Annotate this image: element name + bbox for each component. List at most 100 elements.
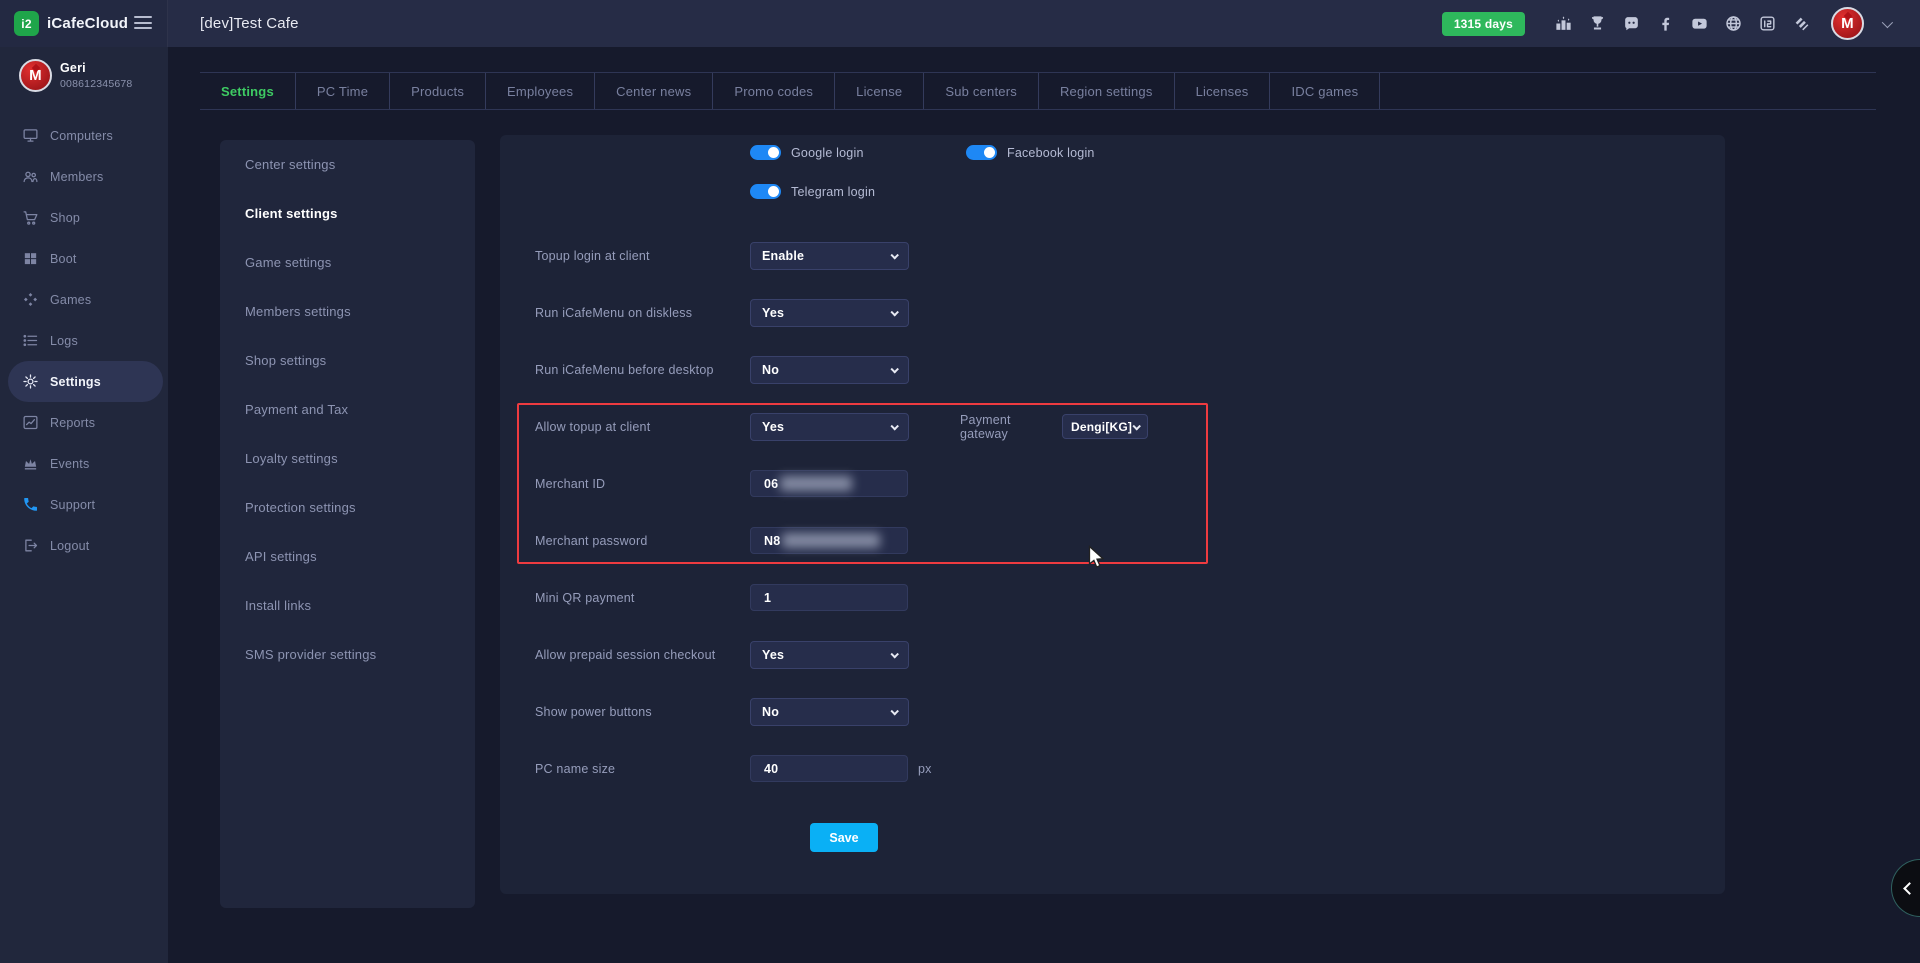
- tab-employees[interactable]: Employees: [486, 73, 595, 109]
- select-value: No: [762, 363, 779, 377]
- sidebar-item-label: Members: [50, 170, 104, 184]
- logs-icon: [22, 332, 39, 349]
- youtube-icon[interactable]: [1689, 14, 1709, 34]
- redacted-value: [782, 533, 880, 548]
- sidebar-item-label: Settings: [50, 375, 101, 389]
- sidebar-item-support[interactable]: Support: [0, 484, 168, 525]
- user-block[interactable]: M Geri 008612345678: [0, 47, 168, 92]
- phone-icon: [22, 496, 39, 513]
- sidebar-item-logs[interactable]: Logs: [0, 320, 168, 361]
- sidebar-item-label: Logout: [50, 539, 89, 553]
- license-days-badge[interactable]: 1315 days: [1442, 12, 1525, 36]
- sidebar-item-label: Computers: [50, 129, 113, 143]
- settings-menu-item-protection-settings[interactable]: Protection settings: [220, 483, 475, 532]
- sidebar-item-settings[interactable]: Settings: [8, 361, 163, 402]
- form-rows: Topup login at clientEnable Run iCafeMenu…: [500, 227, 1725, 797]
- save-button[interactable]: Save: [810, 823, 878, 852]
- form-row-run-icafemenu-on-diskless: Run iCafeMenu on disklessYes: [500, 284, 1725, 341]
- sidebar-item-label: Events: [50, 457, 89, 471]
- sidebar-item-members[interactable]: Members: [0, 156, 168, 197]
- settings-menu-item-api-settings[interactable]: API settings: [220, 532, 475, 581]
- tab-region-settings[interactable]: Region settings: [1039, 73, 1175, 109]
- side-panel-toggle-button[interactable]: [1891, 859, 1920, 917]
- sidebar-item-logout[interactable]: Logout: [0, 525, 168, 566]
- sidebar-item-shop[interactable]: Shop: [0, 197, 168, 238]
- client-settings-form: Google login Facebook login Telegram login…: [500, 135, 1725, 894]
- toggle-google-login[interactable]: Google login: [750, 145, 864, 160]
- tab-idc-games[interactable]: IDC games: [1270, 73, 1380, 109]
- settings-menu-item-loyalty-settings[interactable]: Loyalty settings: [220, 434, 475, 483]
- tab-licenses[interactable]: Licenses: [1175, 73, 1271, 109]
- logout-icon: [22, 537, 39, 554]
- toggle-switch[interactable]: [966, 145, 997, 160]
- settings-menu-item-client-settings[interactable]: Client settings: [220, 189, 475, 238]
- globe-icon[interactable]: [1723, 14, 1743, 34]
- toggle-telegram-login[interactable]: Telegram login: [750, 184, 875, 199]
- input-value: 40: [764, 762, 778, 776]
- leaderboard-icon[interactable]: [1553, 14, 1573, 34]
- field-label: Merchant password: [535, 534, 750, 548]
- tab-pc-time[interactable]: PC Time: [296, 73, 390, 109]
- windows-icon: [22, 250, 39, 267]
- form-row-pc-name-size: PC name size40px: [500, 740, 1725, 797]
- tab-products[interactable]: Products: [390, 73, 486, 109]
- allow-prepaid-session-checkout-select[interactable]: Yes: [750, 641, 909, 669]
- app-logo-text: iCafeCloud: [47, 15, 128, 32]
- chevron-down-icon: [890, 707, 898, 715]
- input-suffix: px: [918, 762, 932, 776]
- hamburger-menu-icon[interactable]: [134, 16, 152, 33]
- settings-menu-item-shop-settings[interactable]: Shop settings: [220, 336, 475, 385]
- tab-settings[interactable]: Settings: [200, 73, 296, 109]
- login-toggles: Google login Facebook login Telegram login: [500, 135, 1725, 223]
- facebook-icon[interactable]: [1655, 14, 1675, 34]
- chevron-down-icon: [890, 308, 898, 316]
- sidebar-item-games[interactable]: Games: [0, 279, 168, 320]
- topup-login-at-client-select[interactable]: Enable: [750, 242, 909, 270]
- tab-license[interactable]: License: [835, 73, 924, 109]
- sidebar: M Geri 008612345678 Computers Members Shop…: [0, 47, 168, 963]
- field-label: Mini QR payment: [535, 591, 750, 605]
- avatar[interactable]: M: [1831, 7, 1864, 40]
- settings-menu-item-payment-and-tax[interactable]: Payment and Tax: [220, 385, 475, 434]
- toggle-label: Facebook login: [1007, 146, 1095, 160]
- merchant-id-input[interactable]: 06: [750, 470, 908, 497]
- merchant-password-input[interactable]: N8: [750, 527, 908, 554]
- icafecloud-icon[interactable]: [1757, 14, 1777, 34]
- allow-topup-at-client-select[interactable]: Yes: [750, 413, 909, 441]
- settings-menu-item-sms-provider-settings[interactable]: SMS provider settings: [220, 630, 475, 679]
- field-label: Topup login at client: [535, 249, 750, 263]
- pc-name-size-input[interactable]: 40: [750, 755, 908, 782]
- chevron-down-icon[interactable]: [1882, 16, 1893, 27]
- sidebar-item-reports[interactable]: Reports: [0, 402, 168, 443]
- user-avatar: M: [19, 59, 52, 92]
- field-label: Merchant ID: [535, 477, 750, 491]
- sidebar-item-label: Boot: [50, 252, 77, 266]
- tab-center-news[interactable]: Center news: [595, 73, 713, 109]
- run-icafemenu-on-diskless-select[interactable]: Yes: [750, 299, 909, 327]
- monitor-icon: [22, 127, 39, 144]
- toggle-facebook-login[interactable]: Facebook login: [966, 145, 1095, 160]
- cart-icon: [22, 209, 39, 226]
- settings-menu-item-install-links[interactable]: Install links: [220, 581, 475, 630]
- mini-qr-payment-input[interactable]: 1: [750, 584, 908, 611]
- layers-icon[interactable]: [1791, 14, 1811, 34]
- settings-menu-item-center-settings[interactable]: Center settings: [220, 140, 475, 189]
- trophy-icon[interactable]: [1587, 14, 1607, 34]
- input-value: 06: [764, 477, 778, 491]
- chevron-down-icon: [890, 251, 898, 259]
- show-power-buttons-select[interactable]: No: [750, 698, 909, 726]
- discord-icon[interactable]: [1621, 14, 1641, 34]
- sidebar-item-boot[interactable]: Boot: [0, 238, 168, 279]
- form-row-allow-topup-at-client: Allow topup at clientYesPayment gatewayD…: [500, 398, 1725, 455]
- payment-gateway-select[interactable]: Dengi[KG]: [1062, 414, 1148, 439]
- sidebar-item-events[interactable]: Events: [0, 443, 168, 484]
- settings-menu-item-game-settings[interactable]: Game settings: [220, 238, 475, 287]
- toggle-switch[interactable]: [750, 184, 781, 199]
- settings-menu-item-members-settings[interactable]: Members settings: [220, 287, 475, 336]
- run-icafemenu-before-desktop-select[interactable]: No: [750, 356, 909, 384]
- toggle-switch[interactable]: [750, 145, 781, 160]
- sidebar-item-computers[interactable]: Computers: [0, 115, 168, 156]
- tab-promo-codes[interactable]: Promo codes: [713, 73, 835, 109]
- tab-sub-centers[interactable]: Sub centers: [924, 73, 1039, 109]
- form-row-allow-prepaid-session-checkout: Allow prepaid session checkoutYes: [500, 626, 1725, 683]
